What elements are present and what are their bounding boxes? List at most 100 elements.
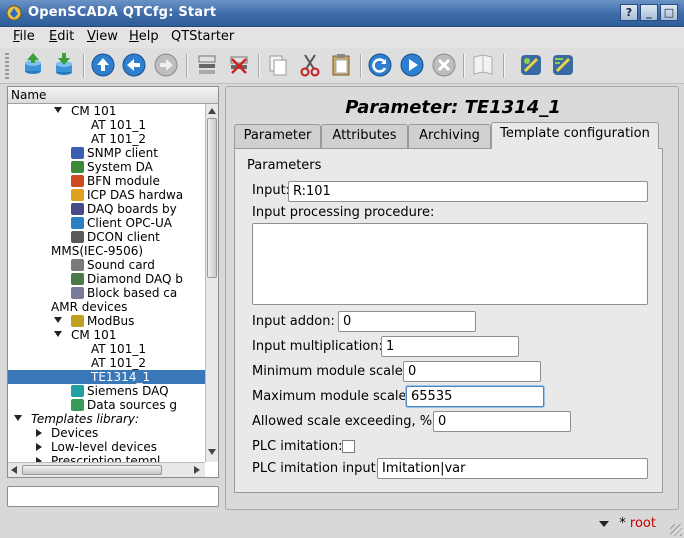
expand-down-icon[interactable]	[54, 317, 62, 323]
tree-item[interactable]: MMS(IEC-9506)	[8, 244, 205, 258]
tree-item[interactable]: Client OPC-UA	[8, 216, 205, 230]
scroll-right-arrow-icon[interactable]	[194, 466, 200, 474]
up-icon[interactable]	[89, 51, 117, 79]
manual-icon[interactable]	[469, 51, 497, 79]
tree-item[interactable]: Block based ca	[8, 286, 205, 300]
plc-imitation-checkbox[interactable]	[342, 440, 355, 453]
module-config-icon[interactable]	[517, 51, 545, 79]
tree-vertical-scrollbar[interactable]	[205, 104, 218, 462]
db-load-icon[interactable]	[19, 51, 47, 79]
tree-vscroll-thumb[interactable]	[207, 118, 217, 278]
tree-item[interactable]: Low-level devices	[8, 440, 205, 454]
navigation-tree[interactable]: Name CM 101 AT 101_1 AT 101_2 SNMP client Sy…	[7, 86, 219, 478]
tree-item[interactable]: Data sources g	[8, 398, 205, 412]
procedure-textarea[interactable]	[252, 223, 648, 305]
tree-item[interactable]: CM 101	[8, 328, 205, 342]
db-save-icon[interactable]	[50, 51, 78, 79]
expand-right-icon[interactable]	[36, 443, 42, 451]
max-module-scale-field[interactable]: 65535	[406, 386, 544, 407]
tree-item[interactable]: DAQ boards by	[8, 202, 205, 216]
tree-item[interactable]: Siemens DAQ	[8, 384, 205, 398]
tree-hscroll-thumb[interactable]	[22, 465, 162, 475]
tree-item-label: Low-level devices	[51, 440, 157, 454]
input-multiplication-field[interactable]: 1	[381, 336, 519, 357]
tree-item[interactable]: Templates library:	[8, 412, 205, 426]
tree-item[interactable]: CM 101	[8, 104, 205, 118]
tree-item-label: SNMP client	[87, 146, 158, 160]
maximize-button[interactable]: □	[660, 4, 678, 21]
tree-item[interactable]: Sound card	[8, 258, 205, 272]
help-window-button[interactable]: ?	[620, 4, 638, 21]
menu-edit[interactable]: Edit	[49, 29, 74, 44]
start-icon[interactable]	[398, 51, 426, 79]
reload-icon[interactable]	[366, 51, 394, 79]
menu-view[interactable]: View	[87, 29, 118, 44]
module-edit-icon[interactable]	[549, 51, 577, 79]
tree-item[interactable]: BFN module	[8, 174, 205, 188]
delete-icon[interactable]	[225, 51, 253, 79]
paste-icon[interactable]	[327, 51, 355, 79]
tree-item[interactable]: Diamond DAQ b	[8, 272, 205, 286]
tab-attributes[interactable]: Attributes	[321, 124, 408, 148]
scroll-left-arrow-icon[interactable]	[11, 466, 17, 474]
back-icon[interactable]	[120, 51, 148, 79]
tree-item-label: Siemens DAQ	[87, 384, 169, 398]
tree-item[interactable]: AT 101_2	[8, 132, 205, 146]
tree-item[interactable]: Prescription templ	[8, 454, 205, 462]
tree-header[interactable]: Name	[8, 87, 218, 104]
allowed-scale-exceeding-field[interactable]: 0	[433, 411, 571, 432]
plc-imitation-input-field[interactable]: Imitation|var	[377, 458, 648, 479]
tab-archiving[interactable]: Archiving	[408, 124, 491, 148]
expand-down-icon[interactable]	[14, 415, 22, 421]
tree-item-label: DAQ boards by	[87, 202, 177, 216]
min-module-scale-field[interactable]: 0	[403, 361, 541, 382]
bfn-icon	[71, 175, 84, 187]
expand-right-icon[interactable]	[36, 429, 42, 437]
menu-qtstarter[interactable]: QTStarter	[171, 29, 234, 44]
input-addon-field[interactable]: 0	[338, 311, 476, 332]
tree-item[interactable]: AT 101_1	[8, 342, 205, 356]
toolbar-grip[interactable]	[5, 53, 9, 79]
tree-item[interactable]: AMR devices	[8, 300, 205, 314]
input-addon-label: Input addon:	[252, 314, 335, 329]
command-input[interactable]	[7, 486, 219, 507]
tree-item-label: ICP DAS hardwa	[87, 188, 184, 202]
tree-item-label: AT 101_1	[91, 342, 146, 356]
tree-item[interactable]: Devices	[8, 426, 205, 440]
expand-down-icon[interactable]	[54, 331, 62, 337]
status-user-name: root	[629, 516, 656, 531]
tree-item[interactable]: DCON client	[8, 230, 205, 244]
status-dropdown-icon[interactable]	[599, 521, 609, 527]
minimize-button[interactable]: _	[640, 4, 658, 21]
cut-icon[interactable]	[296, 51, 324, 79]
tree-item[interactable]: ICP DAS hardwa	[8, 188, 205, 202]
procedure-label: Input processing procedure:	[252, 205, 435, 220]
tree-item[interactable]: AT 101_2	[8, 356, 205, 370]
add-icon[interactable]	[193, 51, 221, 79]
tree-item[interactable]: TE1314_1	[8, 370, 205, 384]
tree-item[interactable]: SNMP client	[8, 146, 205, 160]
copy-icon[interactable]	[264, 51, 292, 79]
menu-file[interactable]: File	[13, 29, 35, 44]
tree-item[interactable]: System DA	[8, 160, 205, 174]
scroll-down-arrow-icon[interactable]	[208, 449, 216, 455]
tree-item[interactable]: ModBus	[8, 314, 205, 328]
tree-item-label: Prescription templ	[51, 454, 161, 462]
stop-icon[interactable]	[430, 51, 458, 79]
input-field[interactable]: R:101	[288, 181, 648, 202]
menu-help[interactable]: Help	[129, 29, 159, 44]
tab-template-configuration[interactable]: Template configuration	[491, 122, 659, 149]
expand-down-icon[interactable]	[54, 107, 62, 113]
tree-item-label: AMR devices	[51, 300, 128, 314]
resize-grip[interactable]	[670, 524, 682, 536]
dcon-icon	[71, 231, 84, 243]
status-user[interactable]: * root	[619, 516, 656, 531]
scroll-up-arrow-icon[interactable]	[208, 108, 216, 114]
tree-horizontal-scrollbar[interactable]	[8, 462, 205, 477]
status-bar: * root	[0, 512, 684, 538]
tree-item[interactable]: AT 101_1	[8, 118, 205, 132]
tree-item-label: ModBus	[87, 314, 135, 328]
tab-parameter[interactable]: Parameter	[234, 124, 321, 148]
page-title: Parameter: TE1314_1	[345, 97, 561, 118]
forward-icon[interactable]	[152, 51, 180, 79]
